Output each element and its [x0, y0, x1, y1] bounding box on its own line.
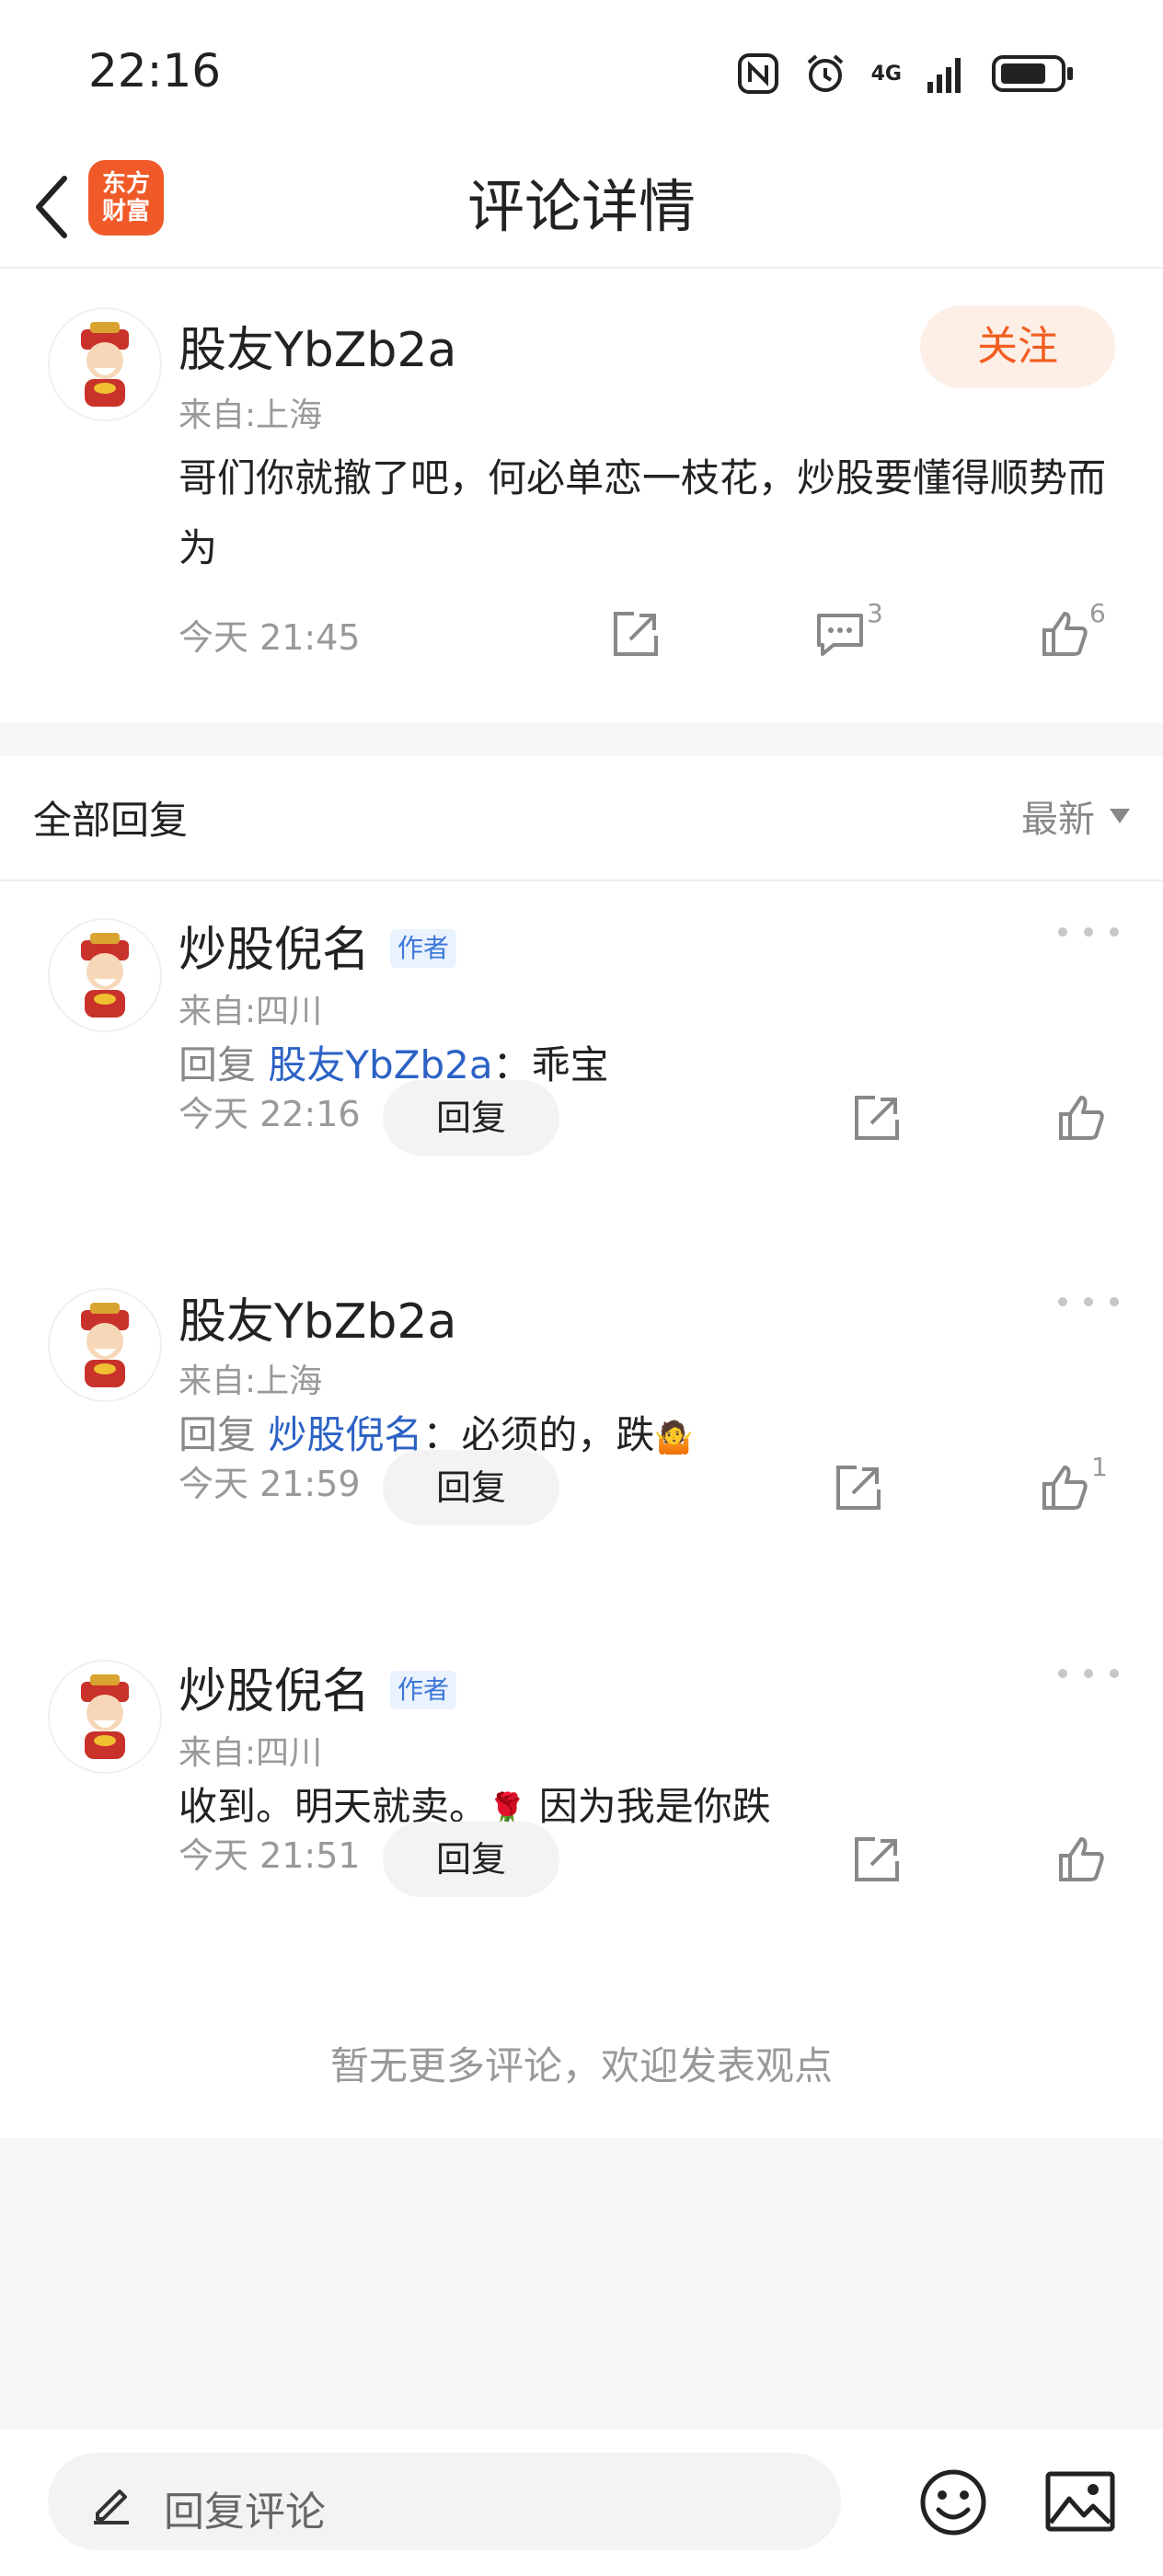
status-icons: 4G: [737, 48, 1075, 99]
reply-input-placeholder: 回复评论: [164, 2489, 326, 2536]
reply-content: 回复 股友YbZb2a：乖宝: [178, 1034, 609, 1090]
reply-username[interactable]: 股友YbZb2a: [178, 1282, 456, 1351]
caret-down-icon: [1110, 809, 1130, 823]
avatar-caishen-icon: [81, 933, 129, 1018]
more-options-button[interactable]: [1058, 918, 1119, 946]
replies-section: 全部回复 最新 炒股倪名 作者 来自:四川 回复 股友YbZb2a：乖宝 今天 …: [0, 756, 1163, 2138]
reply-button[interactable]: 回复: [383, 1822, 559, 1897]
share-button[interactable]: [604, 602, 668, 666]
reply-location: 来自:四川: [178, 1734, 323, 1772]
replies-title: 全部回复: [33, 798, 189, 843]
dot: [1058, 927, 1067, 937]
avatar-caishen-icon: [81, 322, 129, 407]
follow-button[interactable]: 关注: [920, 305, 1115, 388]
battery-icon: [992, 55, 1073, 92]
comment-username[interactable]: 股友YbZb2a: [178, 311, 456, 380]
dot: [1110, 1297, 1119, 1306]
status-bar: 22:16 4G: [0, 0, 1163, 147]
like-count: 1: [1091, 1452, 1108, 1482]
reply-button[interactable]: 回复: [383, 1450, 559, 1525]
main-comment-card: 股友YbZb2a 来自:上海 关注 哥们你就撤了吧，何必单恋一枝花，炒股要懂得顺…: [0, 269, 1163, 723]
reply-username[interactable]: 炒股倪名: [178, 1652, 370, 1721]
reply-time: 今天 22:16: [178, 1094, 361, 1134]
nfc-icon: [737, 53, 778, 94]
no-more-comments-text: 暂无更多评论，欢迎发表观点: [329, 2043, 833, 2088]
reply-item: 股友YbZb2a 来自:上海 回复 炒股倪名：必须的，跌🤷 今天 21:59 回…: [0, 1251, 1163, 1619]
image-icon[interactable]: [1045, 2471, 1115, 2532]
share-icon: [836, 1466, 881, 1510]
thumbs-up-icon: [1042, 1466, 1088, 1510]
reply-target-link[interactable]: 炒股倪名: [268, 1412, 422, 1457]
dot: [1084, 1297, 1093, 1306]
alarm-icon: [807, 54, 843, 92]
author-badge: 作者: [390, 929, 457, 968]
reply-item: 炒股倪名 作者 来自:四川 回复 股友YbZb2a：乖宝 今天 22:16 回复: [0, 880, 1163, 1248]
avatar[interactable]: [48, 918, 162, 1032]
network-4g-label: 4G: [870, 62, 902, 86]
reply-location: 来自:四川: [178, 993, 323, 1030]
dot: [1084, 1669, 1093, 1678]
avatar[interactable]: [48, 307, 162, 421]
like-button[interactable]: [1049, 1086, 1113, 1150]
reply-time: 今天 21:51: [178, 1835, 361, 1876]
share-button[interactable]: [845, 1827, 909, 1892]
avatar[interactable]: [48, 1660, 162, 1774]
share-button[interactable]: [845, 1086, 909, 1150]
reply-count: 3: [867, 598, 883, 628]
thumbs-up-icon: [1059, 1096, 1104, 1140]
reply-input[interactable]: 回复评论: [48, 2453, 841, 2550]
thumbs-up-icon: [1042, 612, 1088, 656]
comment-content: 哥们你就撤了吧，何必单恋一枝花，炒股要懂得顺势而为: [178, 455, 1107, 570]
logo-line-1: 东方: [101, 170, 150, 198]
like-count: 6: [1089, 598, 1106, 628]
logo-line-2: 财富: [101, 198, 150, 225]
replies-header: 全部回复 最新: [0, 756, 1163, 881]
back-button[interactable]: [24, 167, 79, 247]
like-button[interactable]: [1032, 1455, 1097, 1520]
comment-location: 来自:上海: [178, 397, 323, 434]
avatar[interactable]: [48, 1288, 162, 1402]
like-button[interactable]: [1032, 602, 1097, 666]
dot: [1058, 1297, 1067, 1306]
sort-dropdown[interactable]: 最新: [1021, 789, 1130, 843]
more-options-button[interactable]: [1058, 1288, 1119, 1316]
comment-time: 今天 21:45: [178, 617, 361, 658]
comment-bubble-icon: [817, 614, 863, 656]
thumbs-up-icon: [1059, 1837, 1104, 1881]
sort-label: 最新: [1021, 799, 1095, 841]
share-icon: [855, 1837, 899, 1881]
reply-username[interactable]: 炒股倪名: [178, 911, 370, 980]
bottom-bar: 回复评论: [0, 2429, 1163, 2576]
signal-icon: [927, 58, 961, 93]
emoji-icon[interactable]: [916, 2466, 990, 2539]
reply-button[interactable]: 回复: [383, 1080, 559, 1156]
pencil-icon: [94, 2490, 129, 2524]
reply-prefix: 回复: [178, 1042, 257, 1087]
avatar-caishen-icon: [81, 1303, 129, 1387]
like-button[interactable]: [1049, 1827, 1113, 1892]
more-options-button[interactable]: [1058, 1660, 1119, 1687]
reply-time: 今天 21:59: [178, 1464, 361, 1504]
share-icon: [614, 612, 658, 656]
dot: [1110, 927, 1119, 937]
page-title: 评论详情: [466, 173, 696, 240]
comment-button[interactable]: [808, 602, 872, 666]
nav-bar: 评论详情 东方 财富: [0, 147, 1163, 269]
chevron-left-icon: [36, 176, 67, 238]
share-button[interactable]: [826, 1455, 891, 1520]
share-icon: [855, 1096, 899, 1140]
dot: [1084, 927, 1093, 937]
dot: [1058, 1669, 1067, 1678]
author-badge: 作者: [390, 1671, 457, 1709]
shrug-emoji: 🤷: [654, 1420, 694, 1456]
status-time: 22:16: [88, 44, 222, 98]
reply-text-after: 因为我是你跌: [526, 1784, 771, 1829]
avatar-caishen-icon: [81, 1674, 129, 1759]
app-logo: 东方 财富: [88, 160, 164, 236]
dot: [1110, 1669, 1119, 1678]
reply-item: 炒股倪名 作者 来自:四川 收到。明天就卖。🌹 因为我是你跌 今天 21:51 …: [0, 1623, 1163, 1991]
reply-prefix: 回复: [178, 1412, 257, 1457]
reply-location: 来自:上海: [178, 1363, 323, 1400]
